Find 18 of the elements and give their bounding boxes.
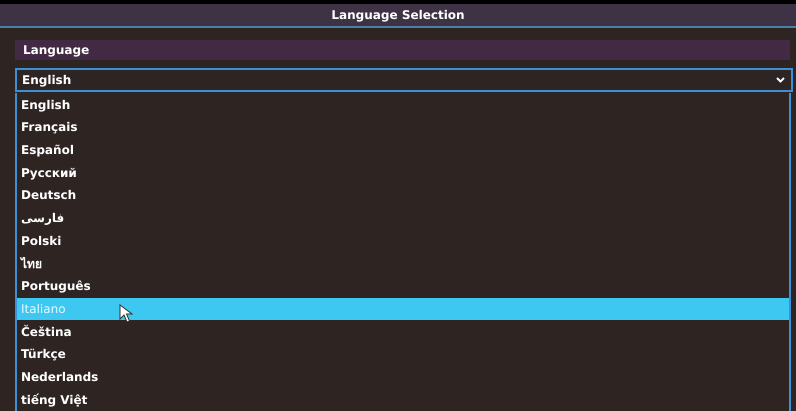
language-option[interactable]: Deutsch xyxy=(17,184,789,207)
mouse-pointer-icon xyxy=(119,304,135,324)
language-option[interactable]: Русский xyxy=(17,161,789,184)
language-option[interactable]: Português xyxy=(17,274,789,298)
language-option[interactable]: Español xyxy=(17,138,789,162)
language-option[interactable]: tiếng Việt xyxy=(17,388,789,411)
language-option[interactable]: Čeština xyxy=(17,320,789,343)
language-option[interactable]: Nederlands xyxy=(17,366,789,388)
section-header: Language xyxy=(15,40,790,60)
window-title: Language Selection xyxy=(331,8,465,22)
language-option[interactable]: Polski xyxy=(17,230,789,252)
language-option[interactable]: Türkçe xyxy=(17,342,789,366)
language-option[interactable]: ไทย xyxy=(17,252,789,275)
language-option[interactable]: English xyxy=(17,93,789,116)
language-option[interactable]: Français xyxy=(17,116,789,139)
language-dropdown[interactable]: English xyxy=(15,68,793,92)
language-option[interactable]: فارسی xyxy=(17,206,789,230)
chevron-down-icon xyxy=(776,77,785,84)
